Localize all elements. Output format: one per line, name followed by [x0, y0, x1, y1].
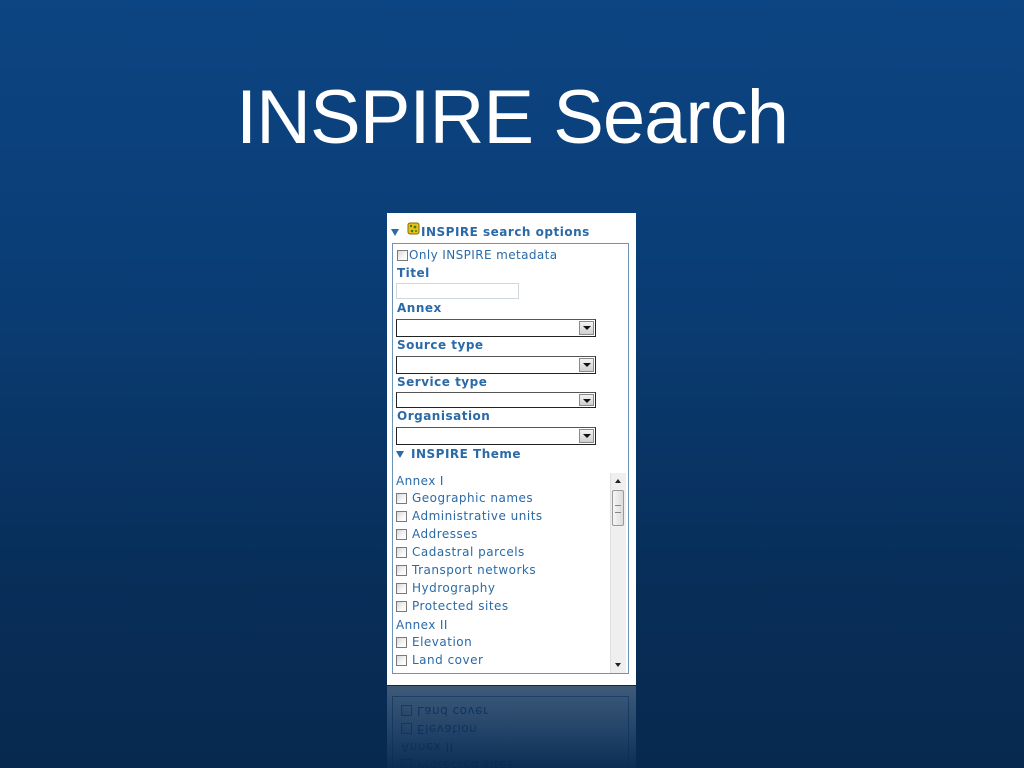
theme-checkbox[interactable]	[396, 654, 407, 666]
scroll-down-icon[interactable]	[611, 658, 626, 672]
only-inspire-row[interactable]: Only INSPIRE metadata	[397, 247, 558, 263]
chevron-down-icon[interactable]	[579, 321, 594, 335]
theme-label: Cadastral parcels	[412, 545, 525, 559]
service-type-label: Service type	[397, 375, 488, 389]
theme-label: Administrative units	[412, 509, 543, 523]
theme-checkbox[interactable]	[396, 636, 407, 648]
chevron-down-icon[interactable]	[579, 394, 594, 406]
titel-label: Titel	[397, 266, 430, 280]
theme-checkbox[interactable]	[396, 492, 407, 504]
list-item[interactable]: Administrative units	[396, 508, 543, 524]
collapse-triangle-icon[interactable]	[396, 450, 404, 458]
theme-checkbox[interactable]	[396, 564, 407, 576]
theme-label: Transport networks	[412, 563, 537, 577]
organisation-select[interactable]	[396, 427, 596, 445]
chevron-down-icon[interactable]	[579, 429, 594, 443]
theme-checkbox[interactable]	[396, 546, 407, 558]
list-item[interactable]: Transport networks	[396, 562, 536, 578]
annex-1-heading: Annex I	[396, 474, 444, 488]
theme-label: Hydrography	[412, 581, 496, 595]
reflection-fade	[387, 686, 636, 768]
list-item[interactable]: Elevation	[396, 634, 472, 650]
theme-label: Protected sites	[412, 599, 509, 613]
list-item[interactable]: Addresses	[396, 526, 478, 542]
vertical-scrollbar[interactable]	[610, 473, 626, 673]
slide-title: INSPIRE Search	[236, 75, 789, 160]
annex-select[interactable]	[396, 319, 596, 337]
list-item[interactable]: Land cover	[396, 652, 483, 668]
theme-label: Addresses	[412, 527, 478, 541]
panel-header-label: INSPIRE search options	[421, 225, 590, 239]
theme-label: Land cover	[412, 653, 484, 667]
collapse-triangle-icon[interactable]	[391, 228, 399, 236]
inspire-search-panel: INSPIRE search options Only INSPIRE meta…	[387, 213, 636, 685]
titel-input[interactable]	[396, 283, 519, 299]
organisation-label: Organisation	[397, 409, 491, 423]
scroll-up-icon[interactable]	[611, 474, 626, 488]
source-type-label: Source type	[397, 338, 484, 352]
theme-label: Elevation	[412, 635, 473, 649]
inspire-theme-label: INSPIRE Theme	[411, 447, 522, 461]
theme-list[interactable]: Annex I Geographic names Administrative …	[393, 473, 628, 673]
theme-checkbox[interactable]	[396, 528, 407, 540]
list-item[interactable]: Geographic names	[396, 490, 533, 506]
inspire-theme-header[interactable]: INSPIRE Theme	[396, 447, 521, 461]
theme-checkbox[interactable]	[396, 600, 407, 612]
theme-checkbox[interactable]	[396, 582, 407, 594]
chevron-down-icon[interactable]	[579, 358, 594, 372]
theme-checkbox[interactable]	[396, 510, 407, 522]
source-type-select[interactable]	[396, 356, 596, 374]
globe-icon	[407, 222, 420, 235]
panel-header[interactable]: INSPIRE search options	[391, 222, 590, 241]
only-inspire-label: Only INSPIRE metadata	[409, 248, 558, 262]
service-type-select[interactable]	[396, 392, 596, 408]
search-options-box: Only INSPIRE metadata Titel Annex Source…	[392, 243, 629, 674]
annex-2-heading: Annex II	[396, 618, 448, 632]
theme-label: Geographic names	[412, 491, 534, 505]
annex-label: Annex	[397, 301, 442, 315]
list-item[interactable]: Cadastral parcels	[396, 544, 525, 560]
list-item[interactable]: Protected sites	[396, 598, 509, 614]
list-item[interactable]: Hydrography	[396, 580, 495, 596]
only-inspire-checkbox[interactable]	[397, 249, 408, 261]
scrollbar-thumb[interactable]	[612, 490, 624, 526]
